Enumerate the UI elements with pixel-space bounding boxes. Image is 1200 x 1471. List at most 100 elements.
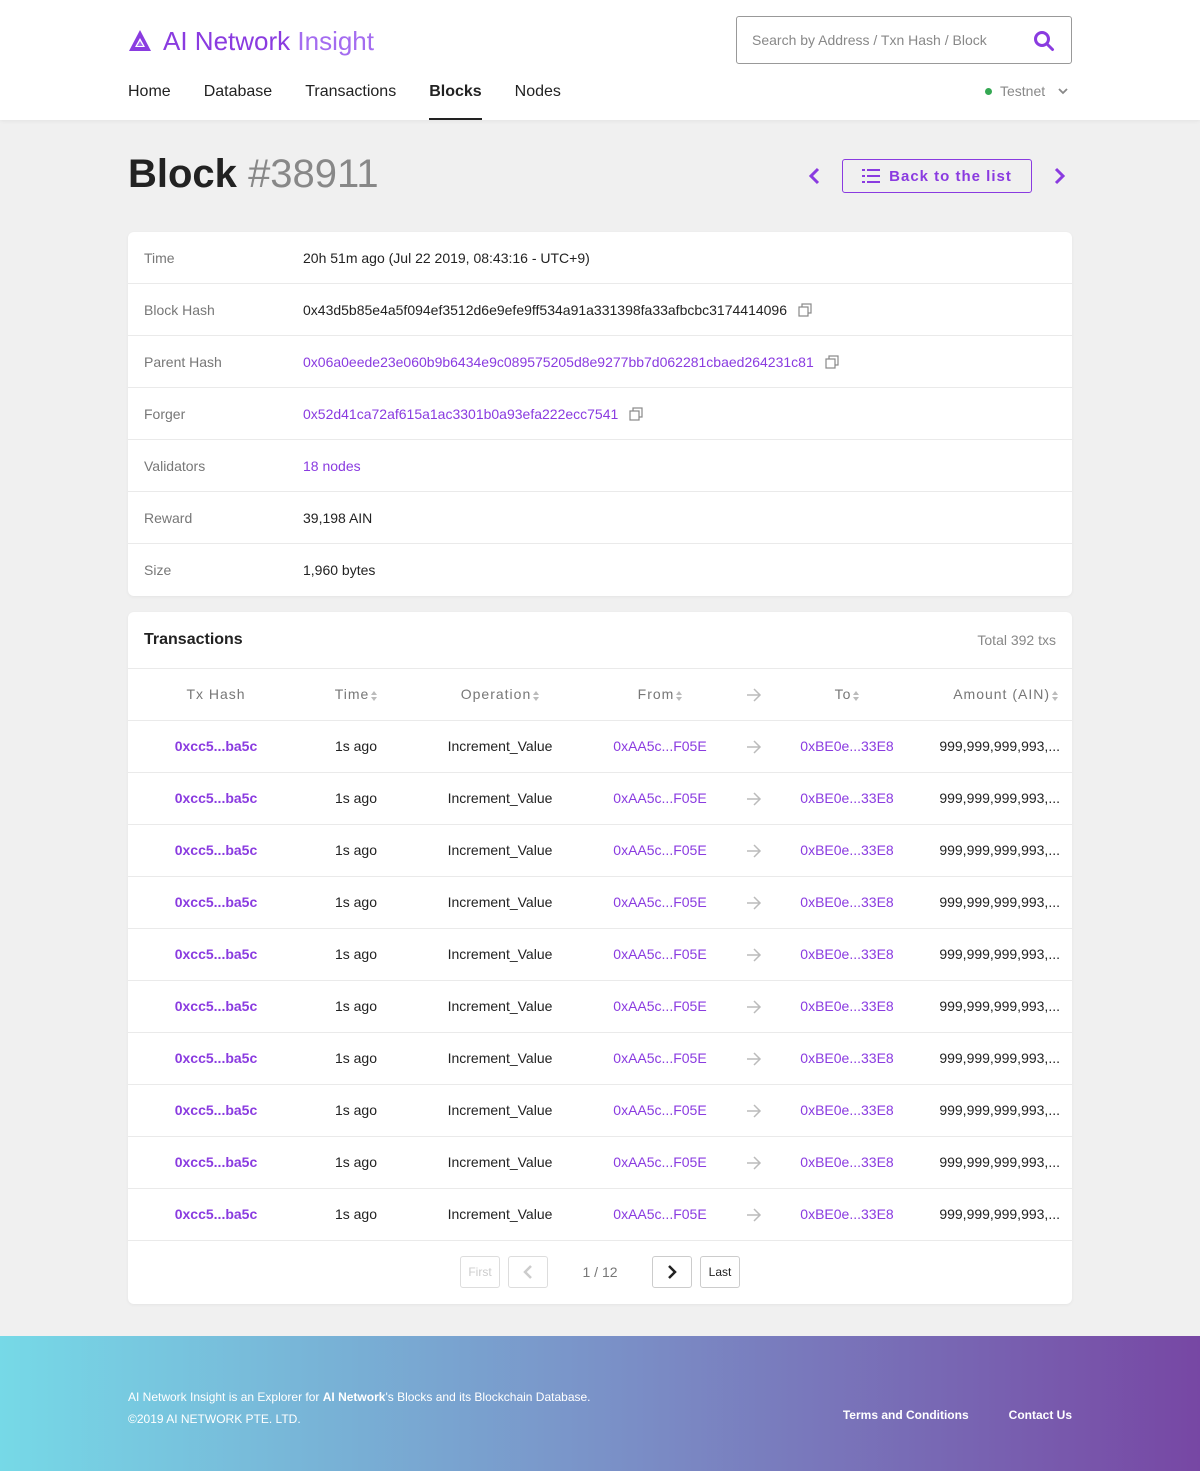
- sort-icon: [533, 690, 540, 701]
- nav-blocks[interactable]: Blocks: [429, 80, 483, 120]
- page-title: Block #38911: [128, 152, 379, 197]
- first-page-button[interactable]: First: [460, 1256, 500, 1288]
- previous-block-icon[interactable]: [805, 165, 823, 187]
- col-amount[interactable]: Amount (AIN): [922, 669, 1072, 721]
- network-selector[interactable]: Testnet: [985, 83, 1069, 99]
- tx-to-link[interactable]: 0xBE0e...33E8: [772, 1188, 922, 1241]
- terms-link[interactable]: Terms and Conditions: [843, 1408, 969, 1422]
- contact-link[interactable]: Contact Us: [1009, 1408, 1072, 1422]
- detail-row-block-hash: Block Hash 0x43d5b85e4a5f094ef3512d6e9ef…: [128, 284, 1072, 336]
- detail-label: Validators: [144, 457, 206, 474]
- tx-from-link[interactable]: 0xAA5c...F05E: [584, 1136, 736, 1189]
- tx-hash-link[interactable]: 0xcc5...ba5c: [128, 1084, 296, 1137]
- arrow-right-icon: [747, 1208, 762, 1222]
- detail-value-block-hash: 0x43d5b85e4a5f094ef3512d6e9efe9ff534a91a…: [303, 302, 812, 318]
- search-box: [736, 16, 1072, 64]
- tx-from-link[interactable]: 0xAA5c...F05E: [584, 928, 736, 981]
- block-details-card: Time 20h 51m ago (Jul 22 2019, 08:43:16 …: [128, 232, 1072, 596]
- tx-from-link[interactable]: 0xAA5c...F05E: [584, 720, 736, 773]
- validators-link[interactable]: 18 nodes: [303, 458, 361, 474]
- nav-database[interactable]: Database: [204, 80, 273, 120]
- tx-from-link[interactable]: 0xAA5c...F05E: [584, 1032, 736, 1085]
- tx-time: 1s ago: [296, 980, 416, 1033]
- logo[interactable]: AI Network Insight: [128, 26, 374, 56]
- tx-to-link[interactable]: 0xBE0e...33E8: [772, 980, 922, 1033]
- tx-from-link[interactable]: 0xAA5c...F05E: [584, 980, 736, 1033]
- col-from[interactable]: From: [584, 669, 736, 721]
- tx-hash-link[interactable]: 0xcc5...ba5c: [128, 720, 296, 773]
- tx-to-link[interactable]: 0xBE0e...33E8: [772, 1032, 922, 1085]
- tx-arrow: [736, 980, 772, 1033]
- top-header: AI Network Insight Home Database Transac…: [0, 0, 1200, 120]
- tx-amount: 999,999,999,993,...: [922, 824, 1072, 877]
- tx-hash-link[interactable]: 0xcc5...ba5c: [128, 1136, 296, 1189]
- nav-transactions[interactable]: Transactions: [305, 80, 396, 120]
- tx-hash-link[interactable]: 0xcc5...ba5c: [128, 1032, 296, 1085]
- pagination: First 1 / 12 Last: [128, 1256, 1072, 1288]
- nav-nodes[interactable]: Nodes: [515, 80, 561, 120]
- detail-label: Forger: [144, 405, 186, 422]
- transactions-header: Transactions Total 392 txs: [128, 612, 1072, 669]
- tx-from-link[interactable]: 0xAA5c...F05E: [584, 876, 736, 929]
- last-page-button[interactable]: Last: [700, 1256, 740, 1288]
- detail-row-size: Size 1,960 bytes: [128, 544, 1072, 596]
- col-time[interactable]: Time: [296, 669, 416, 721]
- tx-time: 1s ago: [296, 876, 416, 929]
- copy-icon[interactable]: [629, 406, 643, 421]
- tx-to-link[interactable]: 0xBE0e...33E8: [772, 928, 922, 981]
- tx-time: 1s ago: [296, 1188, 416, 1241]
- tx-hash-link[interactable]: 0xcc5...ba5c: [128, 928, 296, 981]
- tx-operation: Increment_Value: [416, 772, 584, 825]
- page-info: 1 / 12: [582, 1264, 618, 1280]
- tx-to-link[interactable]: 0xBE0e...33E8: [772, 772, 922, 825]
- arrow-right-icon: [747, 688, 762, 702]
- nav-home[interactable]: Home: [128, 80, 171, 120]
- tx-from-link[interactable]: 0xAA5c...F05E: [584, 772, 736, 825]
- tx-to-link[interactable]: 0xBE0e...33E8: [772, 720, 922, 773]
- tx-hash-link[interactable]: 0xcc5...ba5c: [128, 980, 296, 1033]
- tx-hash-link[interactable]: 0xcc5...ba5c: [128, 772, 296, 825]
- tx-to-link[interactable]: 0xBE0e...33E8: [772, 1084, 922, 1137]
- ain-logo-icon: [129, 30, 151, 51]
- tx-to-link[interactable]: 0xBE0e...33E8: [772, 876, 922, 929]
- tx-operation: Increment_Value: [416, 876, 584, 929]
- parent-hash-link[interactable]: 0x06a0eede23e060b9b6434e9c089575205d8e92…: [303, 354, 814, 370]
- tx-amount: 999,999,999,993,...: [922, 772, 1072, 825]
- tx-amount: 999,999,999,993,...: [922, 980, 1072, 1033]
- detail-label: Reward: [144, 509, 193, 526]
- col-to[interactable]: To: [772, 669, 922, 721]
- col-operation[interactable]: Operation: [416, 669, 584, 721]
- tx-from-link[interactable]: 0xAA5c...F05E: [584, 1084, 736, 1137]
- search-icon[interactable]: [1033, 30, 1055, 52]
- tx-from-link[interactable]: 0xAA5c...F05E: [584, 824, 736, 877]
- next-block-icon[interactable]: [1051, 165, 1069, 187]
- search-input[interactable]: [752, 32, 1022, 48]
- tx-to-link[interactable]: 0xBE0e...33E8: [772, 1136, 922, 1189]
- tx-operation: Increment_Value: [416, 720, 584, 773]
- forger-link[interactable]: 0x52d41ca72af615a1ac3301b0a93efa222ecc75…: [303, 406, 618, 422]
- col-tx-hash: Tx Hash: [128, 669, 296, 721]
- table-row: 0xcc5...ba5c 1s ago Increment_Value 0xAA5c.…: [128, 876, 1072, 929]
- tx-hash-link[interactable]: 0xcc5...ba5c: [128, 876, 296, 929]
- detail-value-size: 1,960 bytes: [303, 562, 376, 578]
- sort-icon: [853, 690, 860, 701]
- tx-time: 1s ago: [296, 772, 416, 825]
- logo-suffix: Insight: [297, 25, 374, 56]
- table-row: 0xcc5...ba5c 1s ago Increment_Value 0xAA5c.…: [128, 980, 1072, 1033]
- tx-to-link[interactable]: 0xBE0e...33E8: [772, 824, 922, 877]
- tx-operation: Increment_Value: [416, 928, 584, 981]
- tx-time: 1s ago: [296, 928, 416, 981]
- next-page-button[interactable]: [652, 1256, 692, 1288]
- tx-from-link[interactable]: 0xAA5c...F05E: [584, 1188, 736, 1241]
- tx-hash-link[interactable]: 0xcc5...ba5c: [128, 1188, 296, 1241]
- arrow-right-icon: [747, 948, 762, 962]
- copy-icon[interactable]: [825, 354, 839, 369]
- table-row: 0xcc5...ba5c 1s ago Increment_Value 0xAA5c.…: [128, 772, 1072, 825]
- back-to-list-button[interactable]: Back to the list: [842, 159, 1032, 193]
- previous-page-button[interactable]: [508, 1256, 548, 1288]
- arrow-right-icon: [747, 1052, 762, 1066]
- main-nav: Home Database Transactions Blocks Nodes: [128, 80, 594, 120]
- copy-icon[interactable]: [798, 302, 812, 317]
- tx-operation: Increment_Value: [416, 1084, 584, 1137]
- tx-hash-link[interactable]: 0xcc5...ba5c: [128, 824, 296, 877]
